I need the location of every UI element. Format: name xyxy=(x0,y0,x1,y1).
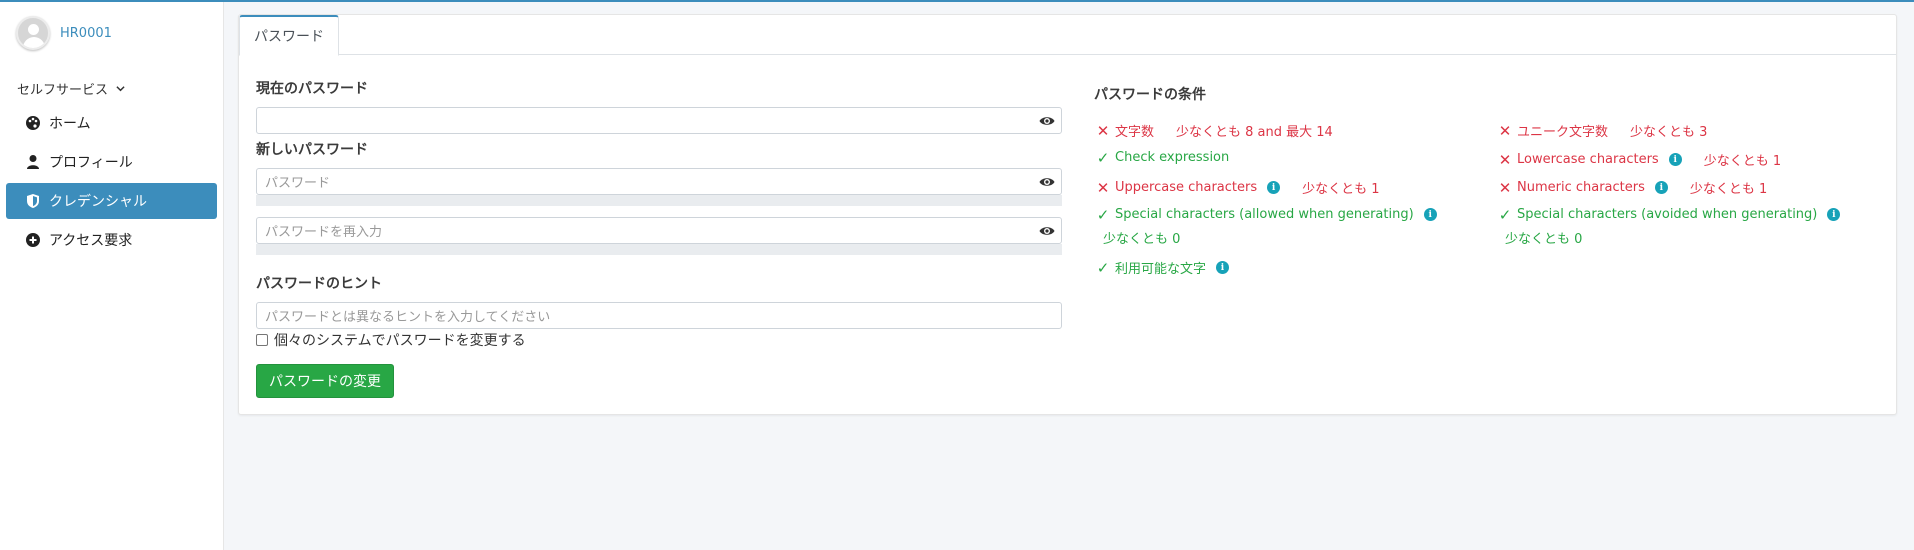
password-hint-label: パスワードのヒント xyxy=(256,276,382,292)
condition-numeric: ✕ Numeric characters i 少なくとも 1 xyxy=(1498,178,1768,198)
check-icon: ✓ xyxy=(1498,205,1512,224)
individual-systems-option[interactable]: 個々のシステムでパスワードを変更する xyxy=(256,330,526,350)
condition-special-avoided-requirement: 少なくとも 0 xyxy=(1505,232,1583,247)
password-hint-input[interactable]: パスワードとは異なるヒントを入力してください xyxy=(256,302,1062,329)
cross-icon: ✕ xyxy=(1498,150,1512,169)
info-icon[interactable]: i xyxy=(1423,208,1437,221)
top-accent-line xyxy=(0,0,1914,2)
condition-lowercase: ✕ Lowercase characters i 少なくとも 1 xyxy=(1498,150,1782,170)
condition-requirement: 少なくとも 1 xyxy=(1703,154,1782,169)
info-icon[interactable]: i xyxy=(1668,153,1682,166)
sidebar-item-label: アクセス要求 xyxy=(49,233,133,249)
sidebar-item-label: クレデンシャル xyxy=(49,194,147,210)
sidebar-section-selfservice[interactable]: セルフサービス xyxy=(17,79,125,98)
eye-icon[interactable] xyxy=(1039,114,1055,128)
password-card: パスワード 現在のパスワード 新しいパスワード パスワード パスワードを再入力 … xyxy=(238,14,1897,415)
individual-systems-checkbox[interactable] xyxy=(256,334,268,346)
current-password-input[interactable] xyxy=(256,107,1062,134)
info-icon[interactable]: i xyxy=(1827,208,1841,221)
check-icon: ✓ xyxy=(1096,148,1110,167)
condition-available-chars: ✓ 利用可能な文字 i xyxy=(1096,258,1230,277)
cross-icon: ✕ xyxy=(1096,121,1110,140)
sidebar-item-home[interactable]: ホーム xyxy=(6,105,217,141)
password-hint-placeholder: パスワードとは異なるヒントを入力してください xyxy=(265,310,551,325)
condition-requirement: 少なくとも 1 xyxy=(1302,182,1380,197)
condition-name: Numeric characters xyxy=(1517,180,1645,195)
password-strength-meter xyxy=(256,195,1062,206)
confirm-password-placeholder: パスワードを再入力 xyxy=(265,225,383,240)
condition-unique-chars: ✕ ユニーク文字数 少なくとも 3 xyxy=(1498,121,1708,141)
sidebar-item-label: プロフィール xyxy=(49,155,133,171)
tab-label: パスワード xyxy=(254,29,324,45)
confirm-password-input[interactable]: パスワードを再入力 xyxy=(256,217,1062,244)
check-icon: ✓ xyxy=(1096,205,1110,224)
shield-icon xyxy=(25,193,41,209)
palette-icon xyxy=(25,115,41,131)
user-panel[interactable]: HR0001 xyxy=(16,16,112,50)
individual-systems-label: 個々のシステムでパスワードを変更する xyxy=(274,333,526,349)
plus-circle-icon xyxy=(25,232,41,248)
condition-check-expression: ✓ Check expression xyxy=(1096,148,1230,167)
new-password-input[interactable]: パスワード xyxy=(256,168,1062,195)
confirm-match-meter xyxy=(256,244,1062,255)
tab-bar: パスワード xyxy=(239,15,1896,56)
tab-password[interactable]: パスワード xyxy=(239,15,339,56)
sidebar-section-label: セルフサービス xyxy=(17,83,109,98)
person-icon xyxy=(25,154,41,170)
condition-uppercase: ✕ Uppercase characters i 少なくとも 1 xyxy=(1096,178,1380,198)
sidebar-item-label: ホーム xyxy=(49,116,91,132)
sidebar-item-profile[interactable]: プロフィール xyxy=(6,144,217,180)
check-icon: ✓ xyxy=(1096,258,1110,277)
condition-requirement: 少なくとも 8 and 最大 14 xyxy=(1176,125,1333,140)
password-conditions-title: パスワードの条件 xyxy=(1094,87,1206,103)
condition-name: Lowercase characters xyxy=(1517,152,1659,167)
info-icon[interactable]: i xyxy=(1654,181,1668,194)
condition-special-allowed-requirement: 少なくとも 0 xyxy=(1103,232,1181,247)
cross-icon: ✕ xyxy=(1096,178,1110,197)
condition-name: 文字数 xyxy=(1115,125,1155,140)
user-name-link[interactable]: HR0001 xyxy=(60,26,112,41)
condition-name: 利用可能な文字 xyxy=(1115,262,1207,277)
condition-length: ✕ 文字数 少なくとも 8 and 最大 14 xyxy=(1096,121,1333,141)
change-password-button[interactable]: パスワードの変更 xyxy=(256,364,394,398)
eye-icon[interactable] xyxy=(1039,224,1055,238)
current-password-label: 現在のパスワード xyxy=(256,81,368,97)
condition-special-avoided: ✓ Special characters (avoided when gener… xyxy=(1498,205,1841,224)
condition-requirement: 少なくとも 1 xyxy=(1689,182,1768,197)
condition-name: Check expression xyxy=(1115,150,1230,165)
new-password-label: 新しいパスワード xyxy=(256,142,368,158)
condition-name: ユニーク文字数 xyxy=(1517,125,1609,140)
eye-icon[interactable] xyxy=(1039,175,1055,189)
chevron-down-icon xyxy=(116,86,125,92)
condition-name: Special characters (avoided when generat… xyxy=(1517,207,1818,222)
info-icon[interactable]: i xyxy=(1216,261,1230,274)
condition-special-allowed: ✓ Special characters (allowed when gener… xyxy=(1096,205,1437,224)
condition-requirement: 少なくとも 3 xyxy=(1630,125,1708,140)
condition-name: Special characters (allowed when generat… xyxy=(1115,207,1414,222)
new-password-placeholder: パスワード xyxy=(265,176,331,191)
avatar[interactable] xyxy=(16,16,50,50)
cross-icon: ✕ xyxy=(1498,121,1512,140)
condition-name: Uppercase characters xyxy=(1115,180,1258,195)
sidebar: HR0001 セルフサービス ホーム プロフィール クレデンシャル アクセス要求 xyxy=(0,2,224,550)
sidebar-item-access-request[interactable]: アクセス要求 xyxy=(6,222,217,258)
sidebar-item-credentials[interactable]: クレデンシャル xyxy=(6,183,217,219)
cross-icon: ✕ xyxy=(1498,178,1512,197)
info-icon[interactable]: i xyxy=(1267,181,1281,194)
